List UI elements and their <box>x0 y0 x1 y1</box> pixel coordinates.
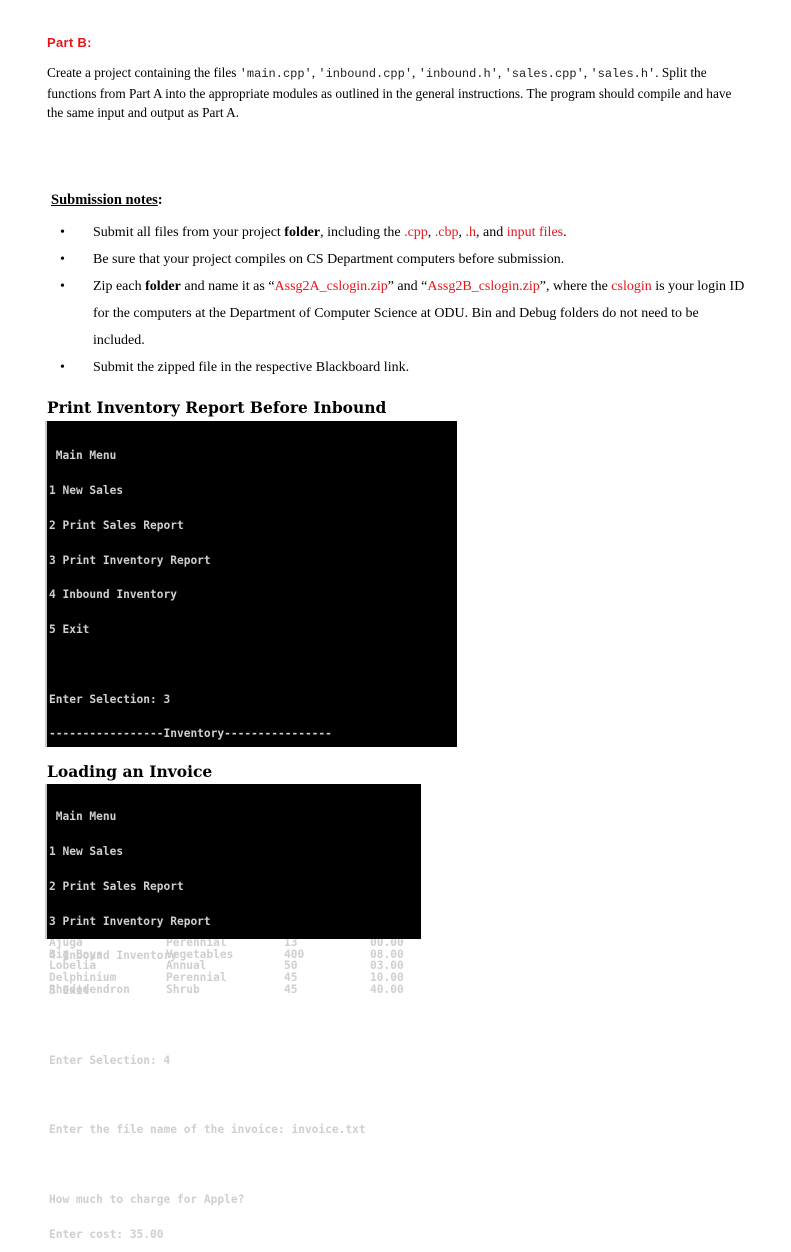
note-bold: folder <box>284 225 321 240</box>
menu-item: 5 Exit <box>49 984 90 998</box>
invoice-console-screenshot: Main Menu 1 New Sales 2 Print Sales Repo… <box>45 784 421 1240</box>
note-text: , <box>458 225 466 240</box>
file-name: 'sales.cpp' <box>504 67 584 81</box>
menu-title: Main Menu <box>49 449 117 463</box>
note-item: • Be sure that your project compiles on C… <box>60 246 750 273</box>
note-text: , and <box>476 225 507 240</box>
note-text: Submit the zipped file in the respective… <box>93 360 410 375</box>
file-name: 'main.cpp' <box>239 67 312 81</box>
note-item: • Submit all files from your project fold… <box>60 219 750 246</box>
note-text: , <box>427 225 435 240</box>
selection-prompt: Enter Selection: 4 <box>49 1053 171 1067</box>
file-name: 'inbound.cpp' <box>318 67 413 81</box>
note-text: ”, where the <box>539 279 612 294</box>
inventory-console-screenshot: Main Menu 1 New Sales 2 Print Sales Repo… <box>45 421 457 995</box>
note-highlight: cslogin <box>611 279 652 294</box>
cost-prompt: Enter cost: 35.00 <box>49 1227 164 1241</box>
note-text: . <box>563 225 567 240</box>
loading-invoice-title: Loading an Invoice <box>47 762 213 781</box>
bullet-icon: • <box>60 252 65 267</box>
file-name-prompt: Enter the file name of the invoice: invo… <box>49 1123 366 1137</box>
submission-notes-list: • Submit all files from your project fold… <box>60 219 750 381</box>
note-bold: folder <box>145 279 181 294</box>
inventory-report-title: Print Inventory Report Before Inbound <box>47 398 387 417</box>
part-b-heading: Part B: <box>47 35 92 50</box>
note-text: ” and “ <box>387 279 428 294</box>
intro-text: Create a project containing the files <box>47 65 240 80</box>
menu-item: 2 Print Sales Report <box>49 879 184 893</box>
menu-item: 4 Inbound Inventory <box>49 588 177 602</box>
bullet-icon: • <box>60 279 65 294</box>
menu-item: 3 Print Inventory Report <box>49 914 211 928</box>
inventory-divider: -----------------Inventory--------------… <box>49 727 332 741</box>
colon: : <box>157 192 163 208</box>
selection-prompt: Enter Selection: 3 <box>49 692 171 706</box>
note-highlight: .h <box>465 225 477 240</box>
bullet-icon: • <box>60 360 65 375</box>
note-text: and name it as “ <box>180 279 275 294</box>
note-item: • Zip each folder and name it as “Assg2A_… <box>60 273 750 354</box>
file-name: 'inbound.h' <box>418 67 498 81</box>
note-highlight: .cbp <box>434 225 459 240</box>
menu-item: 4 Inbound Inventory <box>49 949 177 963</box>
menu-item: 2 Print Sales Report <box>49 518 184 532</box>
note-text: , including the <box>320 225 405 240</box>
note-item: • Submit the zipped file in the respectiv… <box>60 354 750 381</box>
note-text: Submit all files from your project <box>93 225 285 240</box>
menu-item: 1 New Sales <box>49 483 124 497</box>
note-text: Be sure that your project compiles on CS… <box>93 252 565 267</box>
intro-paragraph: Create a project containing the files 'm… <box>47 65 732 120</box>
note-text: Zip each <box>93 279 146 294</box>
file-name: 'sales.h' <box>590 67 656 81</box>
menu-item: 3 Print Inventory Report <box>49 553 211 567</box>
menu-item: 5 Exit <box>49 623 90 637</box>
note-highlight: Assg2A_cslogin.zip <box>274 279 388 294</box>
bullet-icon: • <box>60 225 65 240</box>
submission-notes-title: Submission notes: <box>51 192 163 209</box>
charge-question: How much to charge for Apple? <box>49 1192 245 1206</box>
submission-notes-label: Submission notes <box>51 192 158 208</box>
menu-title: Main Menu <box>49 810 117 824</box>
note-highlight: Assg2B_cslogin.zip <box>427 279 540 294</box>
note-highlight: .cpp <box>404 225 428 240</box>
menu-item: 1 New Sales <box>49 844 124 858</box>
note-highlight: input files <box>506 225 564 240</box>
